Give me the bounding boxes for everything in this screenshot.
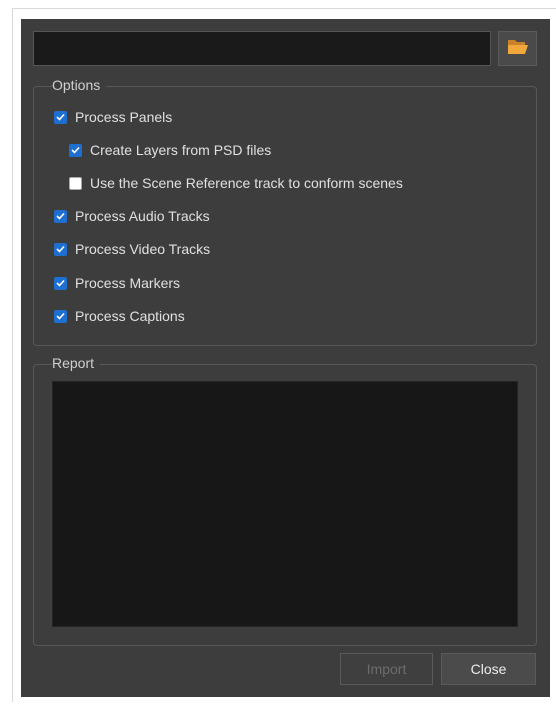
checkbox-checked-icon <box>54 309 67 323</box>
option-label: Process Captions <box>75 308 185 324</box>
option-label: Process Video Tracks <box>75 241 211 257</box>
checkbox-checked-icon <box>54 209 67 223</box>
checkbox-checked-icon <box>69 143 82 157</box>
options-group-title: Options <box>52 77 107 93</box>
checkbox-checked-icon <box>54 276 67 290</box>
option-label: Process Markers <box>75 275 181 291</box>
create-layers-psd-checkbox[interactable]: Create Layers from PSD files <box>69 140 271 160</box>
checkbox-unchecked-icon <box>69 176 82 190</box>
folder-open-icon <box>507 37 529 60</box>
report-text-area[interactable] <box>52 381 518 627</box>
option-label: Create Layers from PSD files <box>90 142 272 158</box>
browse-button[interactable] <box>498 31 537 66</box>
import-button[interactable]: Import <box>340 653 433 685</box>
checkbox-checked-icon <box>54 110 67 124</box>
checkbox-checked-icon <box>54 242 67 256</box>
process-captions-checkbox[interactable]: Process Captions <box>54 306 185 326</box>
file-path-field[interactable] <box>33 31 491 66</box>
option-label: Process Audio Tracks <box>75 208 210 224</box>
close-button[interactable]: Close <box>441 653 536 685</box>
process-panels-checkbox[interactable]: Process Panels <box>54 107 172 127</box>
process-video-tracks-checkbox[interactable]: Process Video Tracks <box>54 239 210 259</box>
process-audio-tracks-checkbox[interactable]: Process Audio Tracks <box>54 206 210 226</box>
option-label: Process Panels <box>75 109 173 125</box>
scene-reference-checkbox[interactable]: Use the Scene Reference track to conform… <box>69 173 403 193</box>
process-markers-checkbox[interactable]: Process Markers <box>54 273 180 293</box>
report-group-title: Report <box>52 355 101 371</box>
import-dialog: Options Process Panels Create Layers fro… <box>21 19 550 697</box>
option-label: Use the Scene Reference track to conform… <box>90 175 403 191</box>
